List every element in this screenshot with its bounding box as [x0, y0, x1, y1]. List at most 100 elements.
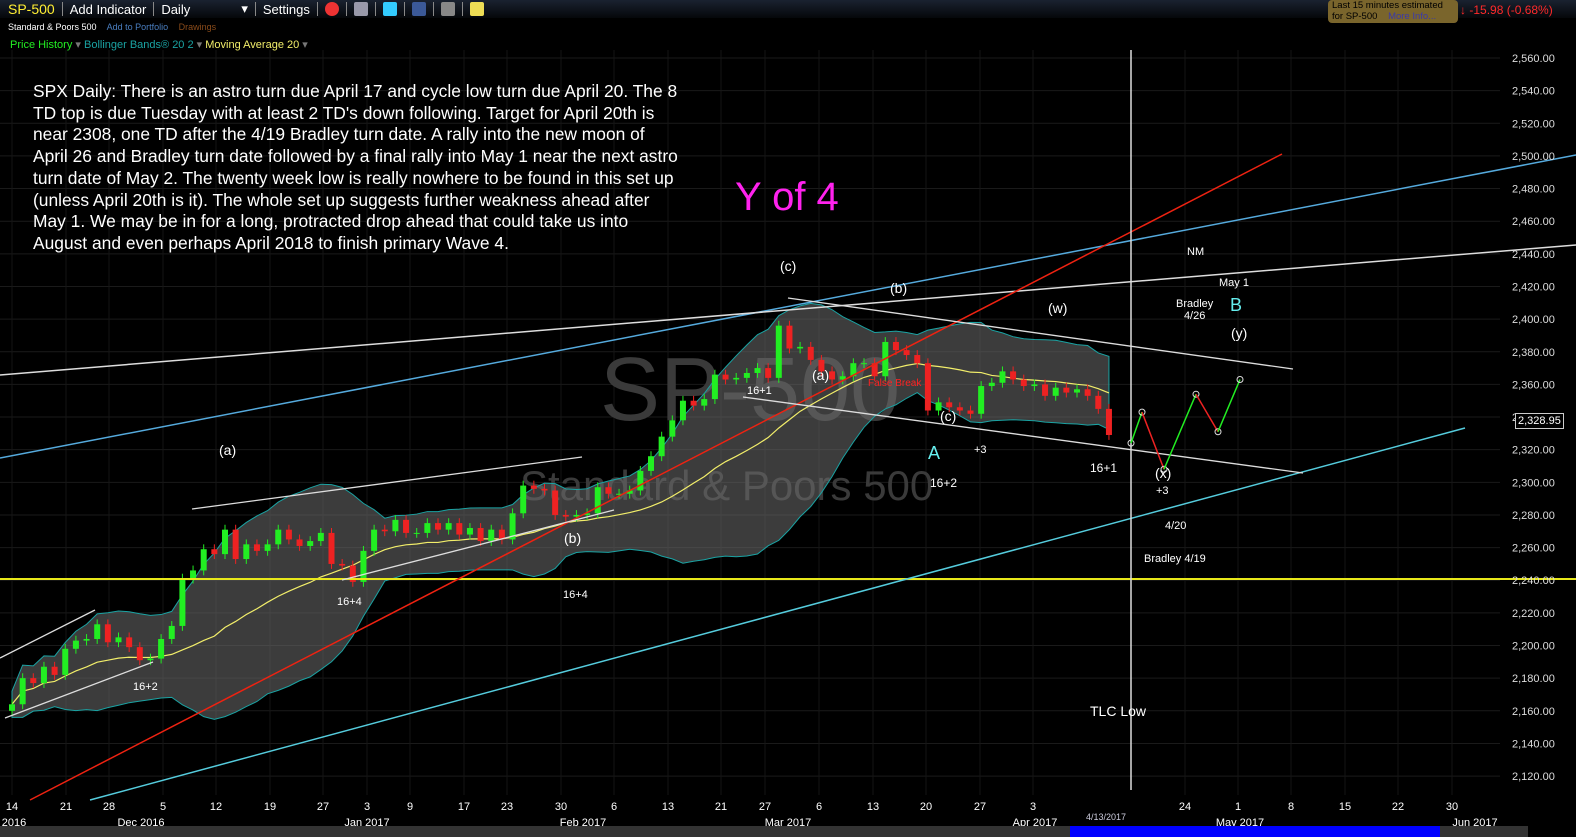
- cycle-label: 16+2: [930, 476, 958, 490]
- candle-body: [637, 470, 644, 491]
- candle-body: [307, 541, 314, 546]
- wave-label: (y): [1231, 325, 1248, 341]
- y-tick-label: 2,500.00: [1512, 151, 1555, 163]
- candle-body: [126, 637, 133, 648]
- candle-body: [733, 377, 740, 380]
- candle-body: [1052, 387, 1059, 396]
- wave-label: (a): [219, 442, 237, 458]
- candle-body: [51, 666, 58, 675]
- cursor-date-label: 4/13/2017: [1086, 812, 1127, 822]
- x-tick-label: 14: [6, 801, 18, 813]
- x-tick-label: 30: [555, 801, 567, 813]
- note-label: May 1: [1219, 277, 1249, 289]
- x-tick-label: 20: [920, 801, 932, 813]
- candle-body: [94, 624, 101, 639]
- candle-body: [104, 624, 111, 643]
- candle-body: [285, 529, 292, 540]
- candle-body: [775, 325, 782, 378]
- y-tick-label: 2,460.00: [1512, 216, 1555, 228]
- quote-line2: for SP-500: [1332, 10, 1378, 22]
- cycle-label: +3: [1156, 485, 1169, 497]
- wave-label: B: [1230, 295, 1243, 315]
- commentary-text: SPX Daily: There is an astro turn due Ap…: [33, 81, 678, 253]
- candle-body: [147, 658, 154, 661]
- candle-body: [403, 519, 410, 533]
- candle-body: [754, 368, 761, 373]
- candle-body: [1063, 387, 1070, 393]
- candle-body: [892, 341, 899, 351]
- y-tick-label: 2,260.00: [1512, 543, 1555, 555]
- candle-body: [381, 529, 388, 532]
- projection-segment: [1195, 393, 1219, 433]
- candle-body: [520, 485, 527, 514]
- candle-body: [40, 666, 47, 684]
- wave-label: A: [928, 443, 941, 463]
- candle-body: [1095, 395, 1102, 409]
- candle-body: [253, 544, 260, 551]
- y-tick-label: 2,220.00: [1512, 608, 1555, 620]
- y-tick-label: 2,120.00: [1512, 771, 1555, 783]
- wave-label: (c): [940, 408, 957, 424]
- candle-body: [30, 678, 37, 684]
- candle-body: [765, 368, 772, 378]
- x-tick-label: 13: [867, 801, 879, 813]
- candle-body: [530, 485, 537, 489]
- candle-body: [1105, 408, 1112, 435]
- projection-segment: [1141, 411, 1165, 470]
- x-tick-label: 27: [759, 801, 771, 813]
- candle-body: [914, 355, 921, 364]
- candle-body: [445, 523, 452, 530]
- candle-body: [158, 638, 165, 659]
- y-tick-label: 2,180.00: [1512, 673, 1555, 685]
- candle-body: [190, 570, 197, 579]
- x-tick-label: 3: [364, 801, 370, 813]
- candle-body: [562, 514, 569, 517]
- y-tick-label: 2,400.00: [1512, 314, 1555, 326]
- candle-body: [317, 532, 324, 542]
- candle-body: [115, 637, 122, 643]
- y-tick-label: 2,440.00: [1512, 249, 1555, 261]
- candle-body: [669, 420, 676, 437]
- candle-body: [786, 325, 793, 349]
- y-tick-label: 2,380.00: [1512, 347, 1555, 359]
- cycle-label: 16+4: [337, 596, 362, 608]
- note-label: Bradley 4/19: [1144, 553, 1206, 565]
- candle-body: [541, 488, 548, 491]
- x-tick-label: 24: [1179, 801, 1191, 813]
- candle-body: [19, 678, 26, 705]
- candle-body: [711, 374, 718, 400]
- wave-label: (w): [1048, 300, 1068, 316]
- x-tick-label: 28: [103, 801, 115, 813]
- candle-body: [829, 371, 836, 380]
- candle-body: [72, 640, 79, 649]
- candle-body: [62, 648, 69, 675]
- y-tick-label: 2,280.00: [1512, 510, 1555, 522]
- candle-body: [456, 523, 463, 535]
- tlc-low-label: TLC Low: [1090, 703, 1147, 719]
- x-tick-label: 5: [160, 801, 166, 813]
- cycle-label: 16+1: [747, 385, 772, 397]
- wave-label-y-of-4: Y of 4: [735, 175, 839, 219]
- more-info-link[interactable]: More Info...: [1388, 11, 1436, 22]
- candle-body: [605, 487, 612, 494]
- candle-body: [488, 529, 495, 542]
- x-tick-label: 22: [1392, 801, 1404, 813]
- candle-body: [360, 550, 367, 582]
- y-tick-label: 2,360.00: [1512, 379, 1555, 391]
- candle-body: [222, 529, 228, 555]
- candle-body: [658, 436, 665, 457]
- y-tick-label: 2,480.00: [1512, 184, 1555, 196]
- candle-body: [594, 487, 601, 514]
- y-tick-label: 2,540.00: [1512, 86, 1555, 98]
- cycle-label: +3: [974, 444, 987, 456]
- candle-body: [243, 544, 250, 560]
- candle-body: [967, 410, 974, 414]
- x-tick-label: 23: [501, 801, 513, 813]
- candle-body: [956, 407, 963, 411]
- last-price-box: 2,328.95: [1515, 413, 1564, 429]
- scrollbar-thumb[interactable]: [1070, 826, 1440, 837]
- y-tick-label: 2,240.00: [1512, 575, 1555, 587]
- x-tick-label: 27: [317, 801, 329, 813]
- candle-body: [743, 372, 750, 378]
- wave-label: (c): [780, 258, 797, 274]
